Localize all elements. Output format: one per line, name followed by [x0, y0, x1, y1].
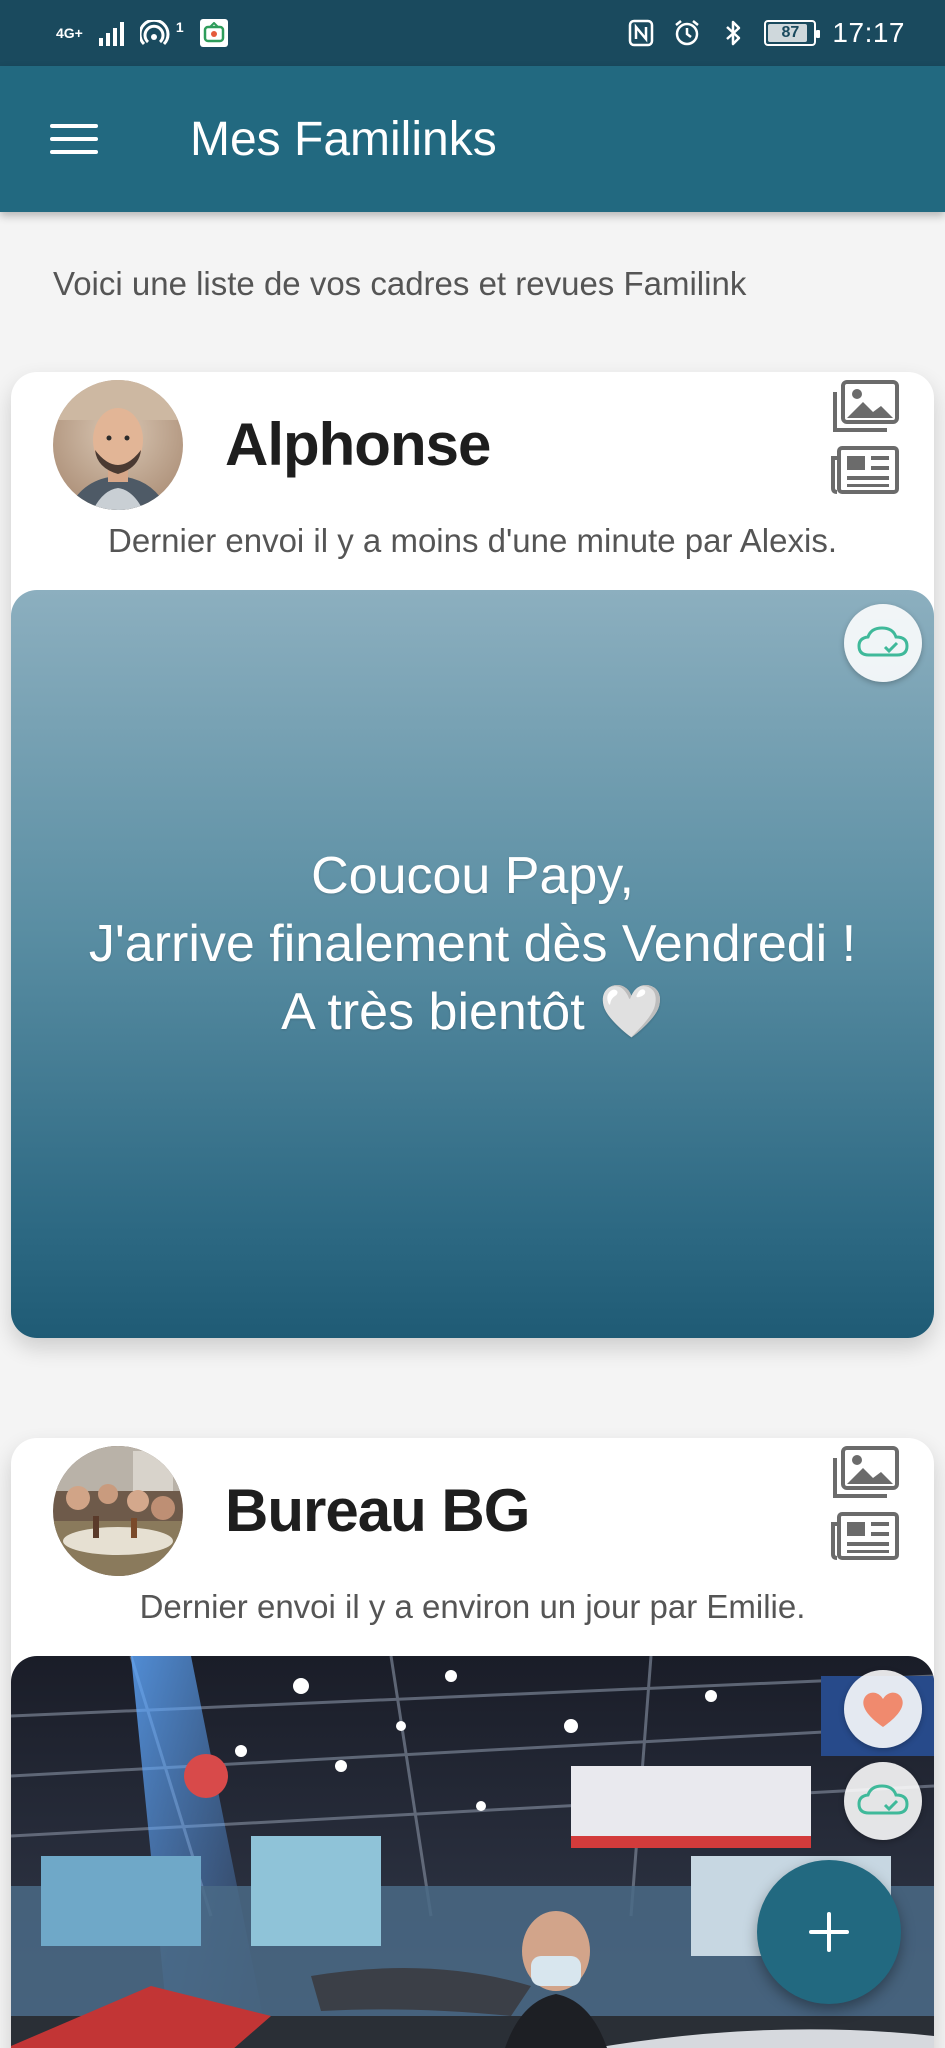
- app-notification-icon: [199, 19, 228, 47]
- cloud-synced-icon[interactable]: [844, 1762, 922, 1840]
- newspaper-icon[interactable]: [829, 444, 901, 496]
- plus-icon: [809, 1912, 849, 1952]
- hotspot-icon: [139, 20, 170, 46]
- app-bar: Mes Familinks: [0, 66, 945, 212]
- familink-card-alphonse[interactable]: Alphonse Dernier envoi il y a moins d'un…: [11, 372, 934, 1338]
- status-right: 87 17:17: [626, 17, 905, 49]
- page-title: Mes Familinks: [190, 112, 497, 166]
- last-sent-info: Dernier envoi il y a moins d'une minute …: [108, 522, 837, 559]
- status-bar: 4G+ 1 87 17:17: [0, 0, 945, 66]
- avatar: [53, 1446, 183, 1576]
- newspaper-icon[interactable]: [829, 1510, 901, 1562]
- avatar: [53, 380, 183, 510]
- add-button[interactable]: [757, 1860, 901, 2004]
- hamburger-menu-icon[interactable]: [50, 119, 98, 159]
- hotspot-count: 1: [175, 19, 184, 35]
- signal-icon: [98, 20, 124, 46]
- last-sent-info: Dernier envoi il y a environ un jour par…: [139, 1588, 806, 1625]
- alarm-icon: [675, 20, 700, 46]
- screen: 4G+ 1 87 17:17 Mes Familinks Voici une l…: [0, 0, 945, 2048]
- nfc-icon: [629, 19, 654, 47]
- card-name: Bureau BG: [225, 1477, 530, 1544]
- message-text: Coucou Papy, J'arrive finalement dès Ven…: [88, 847, 857, 1041]
- clock: 17:17: [832, 17, 905, 48]
- battery-icon: 87: [764, 20, 821, 46]
- heart-icon[interactable]: [844, 1670, 922, 1748]
- battery-level-text: 87: [781, 24, 800, 41]
- card-name: Alphonse: [225, 411, 491, 478]
- latest-message-preview[interactable]: Coucou Papy, J'arrive finalement dès Ven…: [11, 590, 934, 1338]
- gallery-icon[interactable]: [829, 378, 901, 436]
- cloud-synced-icon[interactable]: [844, 604, 922, 682]
- network-type-label: 4G+: [56, 25, 83, 41]
- gallery-icon[interactable]: [829, 1444, 901, 1502]
- status-left: 4G+ 1: [56, 19, 228, 47]
- bluetooth-icon: [726, 20, 741, 46]
- intro-text: Voici une liste de vos cadres et revues …: [53, 265, 747, 302]
